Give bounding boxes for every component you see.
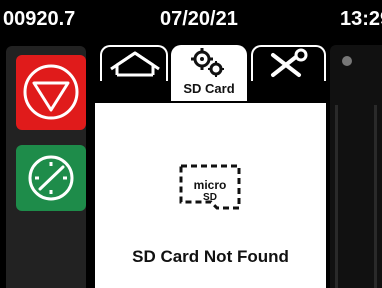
svg-text:micro: micro: [194, 178, 227, 192]
tools-icon: [271, 48, 308, 77]
start-button[interactable]: [16, 145, 86, 211]
microsd-icon: micro SD: [179, 164, 241, 210]
scroll-track[interactable]: [335, 105, 377, 288]
svg-text:SD: SD: [203, 192, 217, 203]
tab-label-sd-card: SD Card: [183, 81, 235, 96]
status-bar: 00920.7 07/20/21 13:29: [0, 0, 382, 40]
tab-tools[interactable]: [251, 45, 326, 81]
tab-sd-card[interactable]: SD Card: [171, 45, 247, 101]
hour-meter: 00920.7: [3, 8, 76, 30]
tab-bar: SD Card: [95, 45, 335, 101]
tab-home[interactable]: [100, 45, 168, 81]
speed-gauge-icon: [28, 155, 74, 201]
panel-divider: [95, 101, 326, 103]
stop-button[interactable]: [16, 55, 86, 130]
home-icon: [110, 51, 160, 77]
sd-status-message: SD Card Not Found: [132, 247, 289, 266]
gears-icon: [191, 48, 224, 77]
time-display: 13:29: [340, 8, 382, 30]
stop-icon: [23, 64, 79, 120]
scroll-indicator: [342, 56, 352, 66]
date-display: 07/20/21: [160, 8, 238, 30]
